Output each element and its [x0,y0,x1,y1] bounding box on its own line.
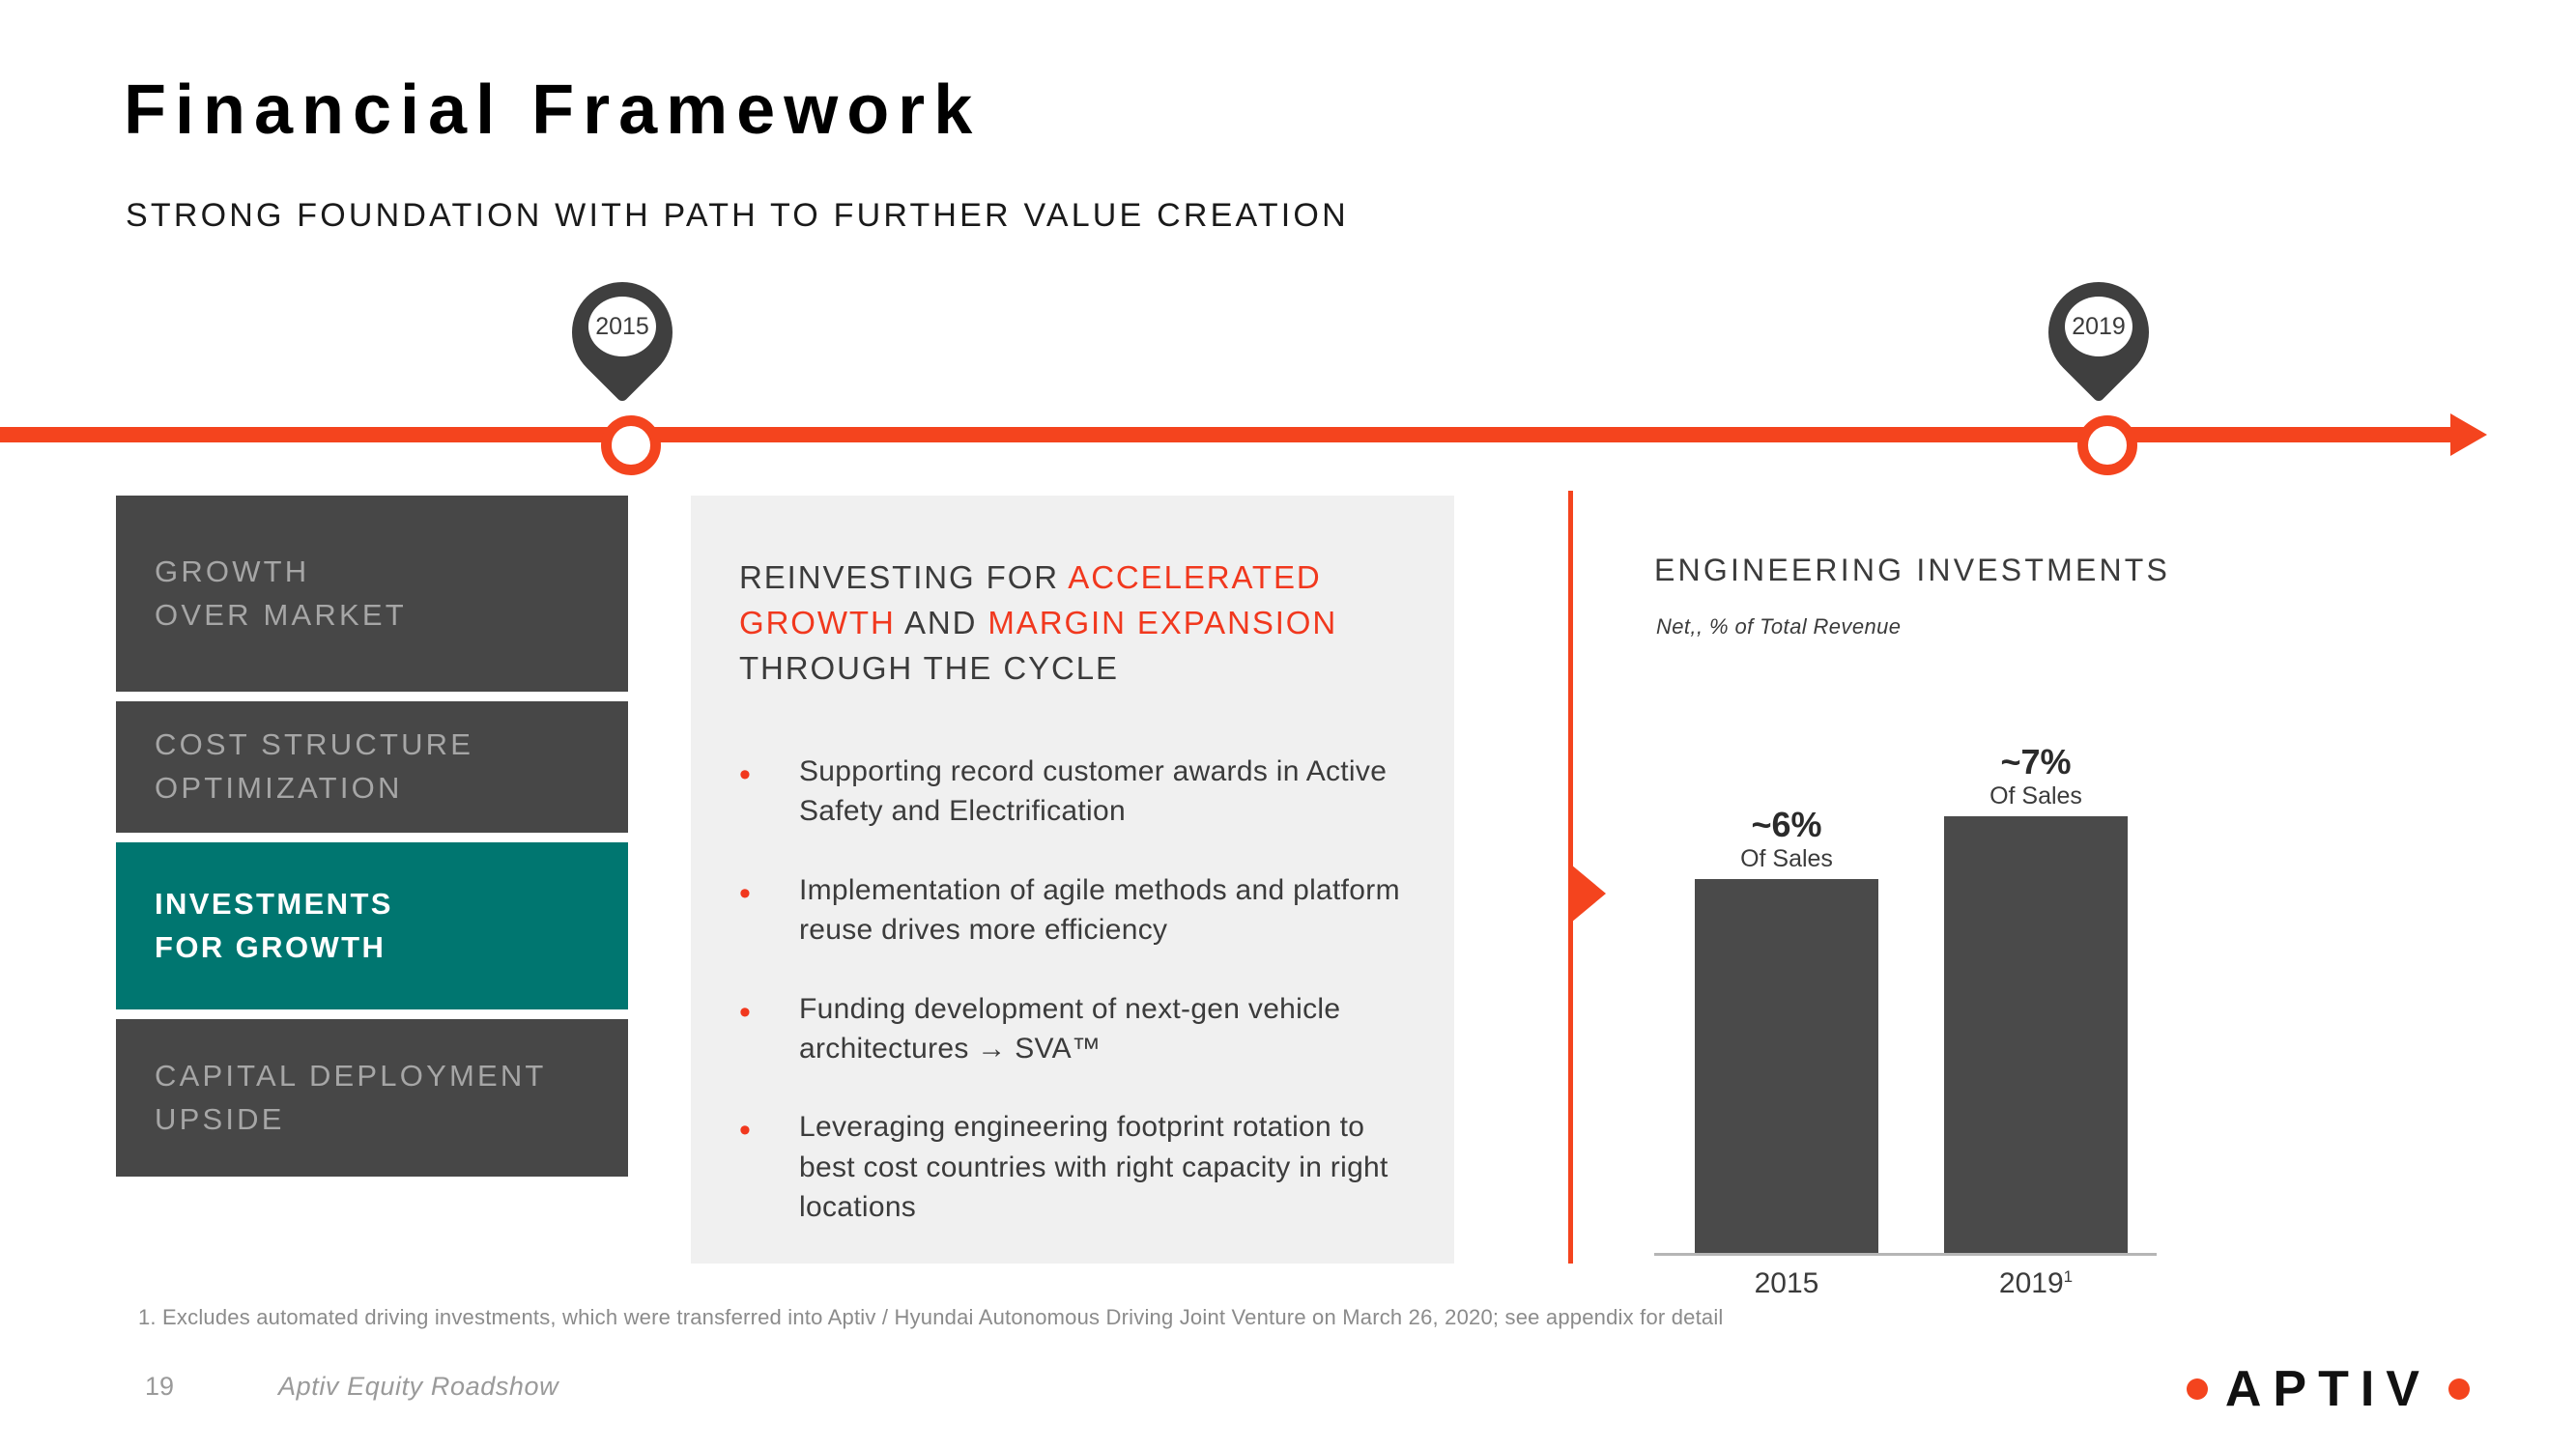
pillar-capital-deployment-upside[interactable]: CAPITAL DEPLOYMENT UPSIDE [116,1019,628,1177]
pillar-list: GROWTH OVER MARKET COST STRUCTURE OPTIMI… [116,496,628,1186]
bar-label: ~6% Of Sales [1695,804,1878,873]
bullet-dot-icon: • [739,993,751,1031]
timeline-node-2015 [601,415,661,475]
timeline-pin-label: 2019 [2065,297,2132,356]
heading-segment-0: REINVESTING FOR [739,559,1069,595]
bar-label: ~7% Of Sales [1944,741,2128,810]
divider-arrow-icon [1571,865,1606,923]
pillar-label-line2: OVER MARKET [155,597,407,632]
chart-xtick-2019: 20191 [1998,1267,2074,1299]
logo-text: APTIV [2224,1361,2431,1417]
chart-axis-line [1654,1253,2157,1256]
logo-dot-right-icon [2448,1378,2470,1400]
bar-value-label: ~7% [2000,741,2072,781]
center-panel: REINVESTING FOR ACCELERATED GROWTH AND M… [691,496,1454,1264]
bullet-text: Supporting record customer awards in Act… [799,755,1388,828]
bar-rect [1695,879,1878,1256]
chart-xtick-2015: 2015 [1754,1267,1819,1299]
pillar-growth-over-market[interactable]: GROWTH OVER MARKET [116,496,628,692]
logo-dot-left-icon [2186,1378,2208,1400]
chart-subtitle: Net,, % of Total Revenue [1656,614,1902,639]
heading-segment-2: AND [895,604,988,640]
bullet-dot-icon: • [739,1112,751,1150]
aptiv-logo: APTIV [2186,1361,2470,1417]
timeline-arrow-icon [2450,413,2487,456]
bar-chart: ~6% Of Sales ~7% Of Sales [1654,667,2176,1256]
bullet-list: • Supporting record customer awards in Ac… [739,752,1416,1266]
center-panel-heading: REINVESTING FOR ACCELERATED GROWTH AND M… [739,555,1416,692]
bar-rect [1944,816,2128,1256]
bullet-dot-icon: • [739,874,751,912]
bar-column: ~6% Of Sales [1695,804,1878,1256]
list-item: • Implementation of agile methods and pla… [739,870,1416,951]
pillar-label-line1: CAPITAL DEPLOYMENT [155,1058,547,1093]
timeline: 2015 2019 [0,261,2576,475]
bullet-text: Leveraging engineering footprint rotatio… [799,1111,1388,1224]
list-item: • Funding development of next-gen vehicle… [739,989,1416,1069]
heading-segment-4: THROUGH THE CYCLE [739,649,1119,686]
bullet-dot-icon: • [739,756,751,793]
timeline-node-2019 [2077,415,2137,475]
pillar-label-line2: FOR GROWTH [155,929,386,964]
bar-value-label: ~6% [1751,804,1822,844]
timeline-pin-2015: 2015 [551,261,694,406]
page-subtitle: STRONG FOUNDATION WITH PATH TO FURTHER V… [126,197,1349,234]
pillar-label-line1: INVESTMENTS [155,886,393,921]
bar-sublabel: Of Sales [1740,845,1833,872]
bar-column: ~7% Of Sales [1944,741,2128,1256]
pillar-label-line1: COST STRUCTURE [155,727,474,762]
pillar-label-line2: OPTIMIZATION [155,771,403,805]
timeline-pin-label: 2015 [588,297,656,356]
page-title: Financial Framework [124,71,982,149]
list-item: • Supporting record customer awards in Ac… [739,752,1416,832]
deck-name: Aptiv Equity Roadshow [278,1372,559,1401]
bar-sublabel: Of Sales [1989,782,2082,810]
timeline-pin-2019: 2019 [2027,261,2170,406]
xtick-superscript: 1 [2063,1267,2074,1286]
list-item: • Leveraging engineering footprint rotati… [739,1107,1416,1227]
pillar-investments-for-growth[interactable]: INVESTMENTS FOR GROWTH [116,842,628,1009]
pillar-label-line2: UPSIDE [155,1101,285,1136]
pillar-label-line1: GROWTH [155,554,310,588]
bullet-text: Funding development of next-gen vehicle … [799,992,1341,1065]
page-number: 19 [145,1372,175,1401]
pillar-cost-structure-optimization[interactable]: COST STRUCTURE OPTIMIZATION [116,701,628,833]
chart-title: ENGINEERING INVESTMENTS [1654,553,2171,587]
heading-segment-3: MARGIN EXPANSION [987,604,1338,640]
bullet-text: Implementation of agile methods and plat… [799,873,1400,947]
footnote: 1. Excludes automated driving investment… [138,1305,1724,1329]
